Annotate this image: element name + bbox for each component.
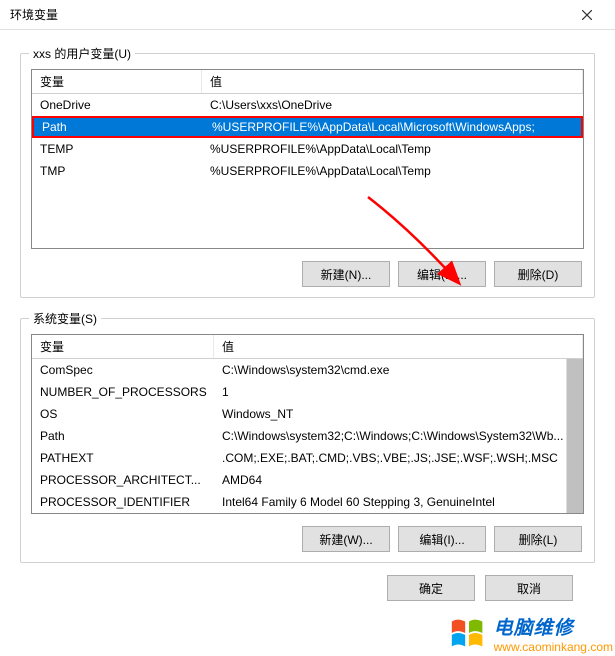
table-row[interactable]: OSWindows_NT xyxy=(32,403,583,425)
cell-name: Path xyxy=(34,118,204,136)
watermark: 电脑维修 www.caominkang.com xyxy=(448,612,613,654)
cell-name: OneDrive xyxy=(32,96,202,114)
new-system-var-button[interactable]: 新建(W)... xyxy=(302,526,390,552)
cell-name: NUMBER_OF_PROCESSORS xyxy=(32,383,214,401)
cell-name: ComSpec xyxy=(32,361,214,379)
col-header-name[interactable]: 变量 xyxy=(32,70,202,93)
cell-value: Windows_NT xyxy=(214,405,583,423)
cell-value: C:\Users\xxs\OneDrive xyxy=(202,96,583,114)
cell-value: C:\Windows\system32;C:\Windows;C:\Window… xyxy=(214,427,583,445)
scrollbar-thumb[interactable] xyxy=(567,359,583,513)
cell-value: %USERPROFILE%\AppData\Local\Microsoft\Wi… xyxy=(204,118,581,136)
cell-name: OS xyxy=(32,405,214,423)
table-row[interactable]: PathC:\Windows\system32;C:\Windows;C:\Wi… xyxy=(32,425,583,447)
user-group-label: xxs 的用户变量(U) xyxy=(29,45,135,62)
watermark-title: 电脑维修 xyxy=(494,613,613,640)
system-button-row: 新建(W)... 编辑(I)... 删除(L) xyxy=(31,526,584,552)
col-header-value[interactable]: 值 xyxy=(202,70,583,93)
system-group-label: 系统变量(S) xyxy=(29,310,101,327)
table-row[interactable]: Path%USERPROFILE%\AppData\Local\Microsof… xyxy=(32,116,583,138)
table-row[interactable]: PROCESSOR_IDENTIFIERIntel64 Family 6 Mod… xyxy=(32,491,583,513)
ok-button[interactable]: 确定 xyxy=(387,575,475,601)
edit-user-var-button[interactable]: 编辑(E)... xyxy=(398,261,486,287)
cell-name: PROCESSOR_ARCHITECT... xyxy=(32,471,214,489)
cell-name: Path xyxy=(32,427,214,445)
table-row[interactable]: TEMP%USERPROFILE%\AppData\Local\Temp xyxy=(32,138,583,160)
dialog-content: xxs 的用户变量(U) 变量 值 OneDriveC:\Users\xxs\O… xyxy=(0,30,615,611)
list-header: 变量 值 xyxy=(32,70,583,94)
cell-value: C:\Windows\system32\cmd.exe xyxy=(214,361,583,379)
close-button[interactable] xyxy=(567,1,607,29)
user-button-row: 新建(N)... 编辑(E)... 删除(D) xyxy=(31,261,584,287)
table-row[interactable]: PROCESSOR_ARCHITECT...AMD64 xyxy=(32,469,583,491)
table-row[interactable]: PATHEXT.COM;.EXE;.BAT;.CMD;.VBS;.VBE;.JS… xyxy=(32,447,583,469)
vertical-scrollbar[interactable] xyxy=(566,359,583,513)
list-body: OneDriveC:\Users\xxs\OneDrivePath%USERPR… xyxy=(32,94,583,182)
cell-value: %USERPROFILE%\AppData\Local\Temp xyxy=(202,162,583,180)
table-row[interactable]: ComSpecC:\Windows\system32\cmd.exe xyxy=(32,359,583,381)
titlebar: 环境变量 xyxy=(0,0,615,30)
list-body: ComSpecC:\Windows\system32\cmd.exeNUMBER… xyxy=(32,359,583,513)
edit-system-var-button[interactable]: 编辑(I)... xyxy=(398,526,486,552)
windows-logo-icon xyxy=(448,612,490,654)
cell-value: 1 xyxy=(214,383,583,401)
table-row[interactable]: NUMBER_OF_PROCESSORS1 xyxy=(32,381,583,403)
user-variables-group: xxs 的用户变量(U) 变量 值 OneDriveC:\Users\xxs\O… xyxy=(20,53,595,298)
cell-name: PROCESSOR_IDENTIFIER xyxy=(32,493,214,511)
cell-value: %USERPROFILE%\AppData\Local\Temp xyxy=(202,140,583,158)
cell-value: AMD64 xyxy=(214,471,583,489)
col-header-name[interactable]: 变量 xyxy=(32,335,214,358)
table-row[interactable]: OneDriveC:\Users\xxs\OneDrive xyxy=(32,94,583,116)
cancel-button[interactable]: 取消 xyxy=(485,575,573,601)
new-user-var-button[interactable]: 新建(N)... xyxy=(302,261,390,287)
delete-system-var-button[interactable]: 删除(L) xyxy=(494,526,582,552)
cell-name: TMP xyxy=(32,162,202,180)
list-header: 变量 值 xyxy=(32,335,583,359)
system-variables-list[interactable]: 变量 值 ComSpecC:\Windows\system32\cmd.exeN… xyxy=(31,334,584,514)
close-icon xyxy=(582,10,592,20)
cell-value: .COM;.EXE;.BAT;.CMD;.VBS;.VBE;.JS;.JSE;.… xyxy=(214,449,583,467)
col-header-value[interactable]: 值 xyxy=(214,335,583,358)
user-variables-list[interactable]: 变量 值 OneDriveC:\Users\xxs\OneDrivePath%U… xyxy=(31,69,584,249)
dialog-button-row: 确定 取消 xyxy=(20,563,595,601)
window-title: 环境变量 xyxy=(10,6,58,23)
cell-name: PATHEXT xyxy=(32,449,214,467)
cell-value: Intel64 Family 6 Model 60 Stepping 3, Ge… xyxy=(214,493,583,511)
watermark-url: www.caominkang.com xyxy=(494,640,613,654)
cell-name: TEMP xyxy=(32,140,202,158)
system-variables-group: 系统变量(S) 变量 值 ComSpecC:\Windows\system32\… xyxy=(20,318,595,563)
delete-user-var-button[interactable]: 删除(D) xyxy=(494,261,582,287)
watermark-text: 电脑维修 www.caominkang.com xyxy=(494,613,613,654)
table-row[interactable]: TMP%USERPROFILE%\AppData\Local\Temp xyxy=(32,160,583,182)
